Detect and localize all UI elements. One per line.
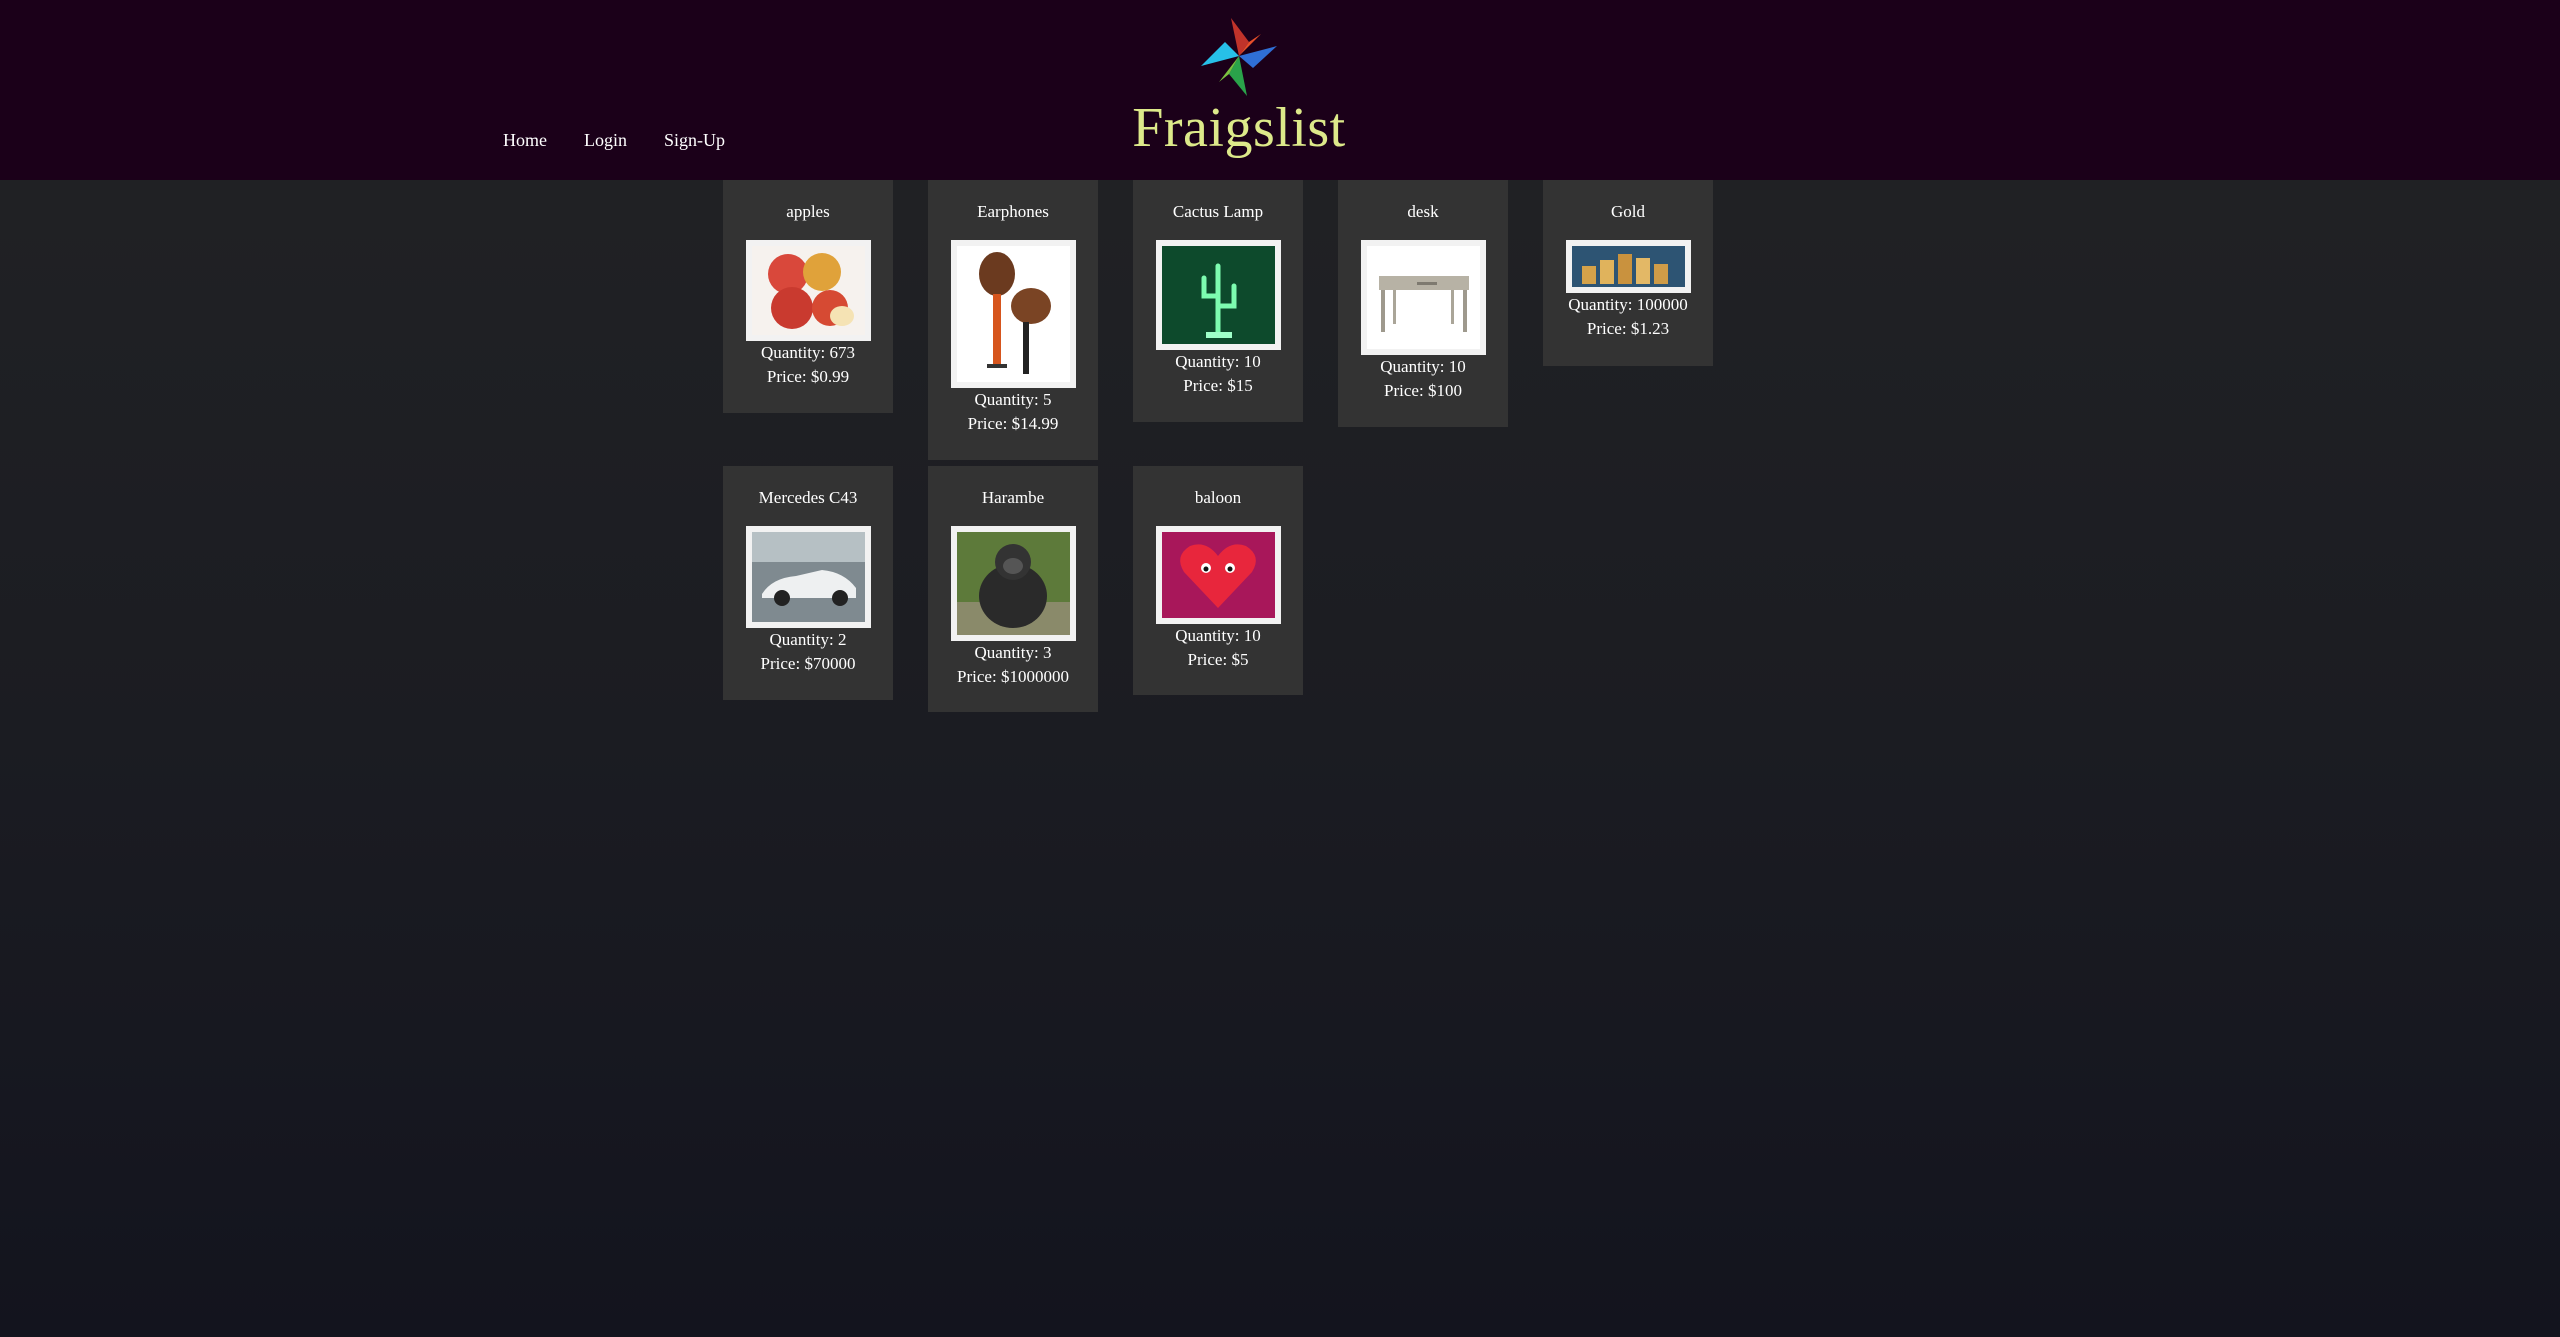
listing-title: Mercedes C43 bbox=[758, 488, 858, 507]
listing-title: Harambe bbox=[981, 488, 1045, 507]
listing-image[interactable] bbox=[1155, 240, 1281, 350]
listing-image[interactable] bbox=[950, 526, 1076, 641]
listing-title: baloon bbox=[1194, 488, 1242, 507]
listing-card[interactable]: Gold Quantity: 100000 Price: $1.23 bbox=[1543, 180, 1713, 366]
site-title: Fraigslist bbox=[1132, 97, 1346, 159]
listing-quantity: Quantity: 100000 bbox=[1568, 295, 1688, 314]
nav-home-link[interactable]: Home bbox=[503, 130, 547, 151]
listing-card[interactable]: apples Quantity: 673 Price: $0.99 bbox=[723, 180, 893, 413]
heart-balloon-photo bbox=[1161, 532, 1275, 618]
listing-image[interactable] bbox=[1155, 526, 1281, 624]
car-photo bbox=[751, 532, 865, 622]
listing-card[interactable]: Harambe Quantity: 3 Price: $1000000 bbox=[928, 466, 1098, 712]
gorilla-photo bbox=[956, 532, 1070, 635]
listing-card[interactable]: baloon Quantity: 10 Price: $5 bbox=[1133, 466, 1303, 695]
listing-card[interactable]: desk Quantity: 10 Price: $100 bbox=[1338, 180, 1508, 427]
nav-login-link[interactable]: Login bbox=[584, 130, 627, 151]
listing-quantity: Quantity: 673 bbox=[761, 343, 855, 362]
site-header: Home Login Sign-Up Fraigslist bbox=[0, 0, 2560, 180]
main-nav: Home Login Sign-Up bbox=[503, 130, 762, 151]
listing-price: Price: $14.99 bbox=[967, 414, 1059, 433]
nav-signup-link[interactable]: Sign-Up bbox=[664, 130, 725, 151]
listing-quantity: Quantity: 5 bbox=[974, 390, 1052, 409]
listing-price: Price: $70000 bbox=[760, 654, 856, 673]
listing-price: Price: $1000000 bbox=[957, 667, 1069, 686]
site-logo[interactable]: Fraigslist bbox=[1130, 12, 1348, 160]
listing-card[interactable]: Mercedes C43 Quantity: 2 Price: $70000 bbox=[723, 466, 893, 700]
listing-image[interactable] bbox=[1360, 240, 1486, 355]
listing-title: Gold bbox=[1611, 202, 1645, 221]
listing-card[interactable]: Cactus Lamp Quantity: 10 Price: $15 bbox=[1133, 180, 1303, 422]
listing-image[interactable] bbox=[1565, 240, 1691, 293]
desk-photo bbox=[1366, 246, 1480, 349]
listing-price: Price: $0.99 bbox=[766, 367, 850, 386]
listing-price: Price: $5 bbox=[1187, 650, 1249, 669]
listing-quantity: Quantity: 10 bbox=[1380, 357, 1466, 376]
listing-price: Price: $1.23 bbox=[1586, 319, 1670, 338]
listing-title: Earphones bbox=[977, 202, 1049, 221]
cactus-lamp-photo bbox=[1161, 246, 1275, 344]
listing-title: apples bbox=[786, 202, 830, 221]
apples-photo bbox=[751, 246, 865, 335]
listing-image[interactable] bbox=[745, 240, 871, 341]
listing-card[interactable]: Earphones Quantity: 5 Price: $14.99 bbox=[928, 180, 1098, 460]
listing-quantity: Quantity: 10 bbox=[1175, 626, 1261, 645]
listing-image[interactable] bbox=[950, 240, 1076, 388]
listing-price: Price: $100 bbox=[1384, 381, 1462, 400]
listing-quantity: Quantity: 3 bbox=[974, 643, 1052, 662]
pinwheel-icon bbox=[1201, 18, 1277, 96]
listing-title: Cactus Lamp bbox=[1172, 202, 1264, 221]
listing-image[interactable] bbox=[745, 526, 871, 628]
listing-quantity: Quantity: 10 bbox=[1175, 352, 1261, 371]
listing-quantity: Quantity: 2 bbox=[769, 630, 847, 649]
gold-coins-photo bbox=[1571, 246, 1685, 287]
listing-title: desk bbox=[1407, 202, 1439, 221]
earphones-photo bbox=[956, 246, 1070, 382]
listing-price: Price: $15 bbox=[1183, 376, 1253, 395]
